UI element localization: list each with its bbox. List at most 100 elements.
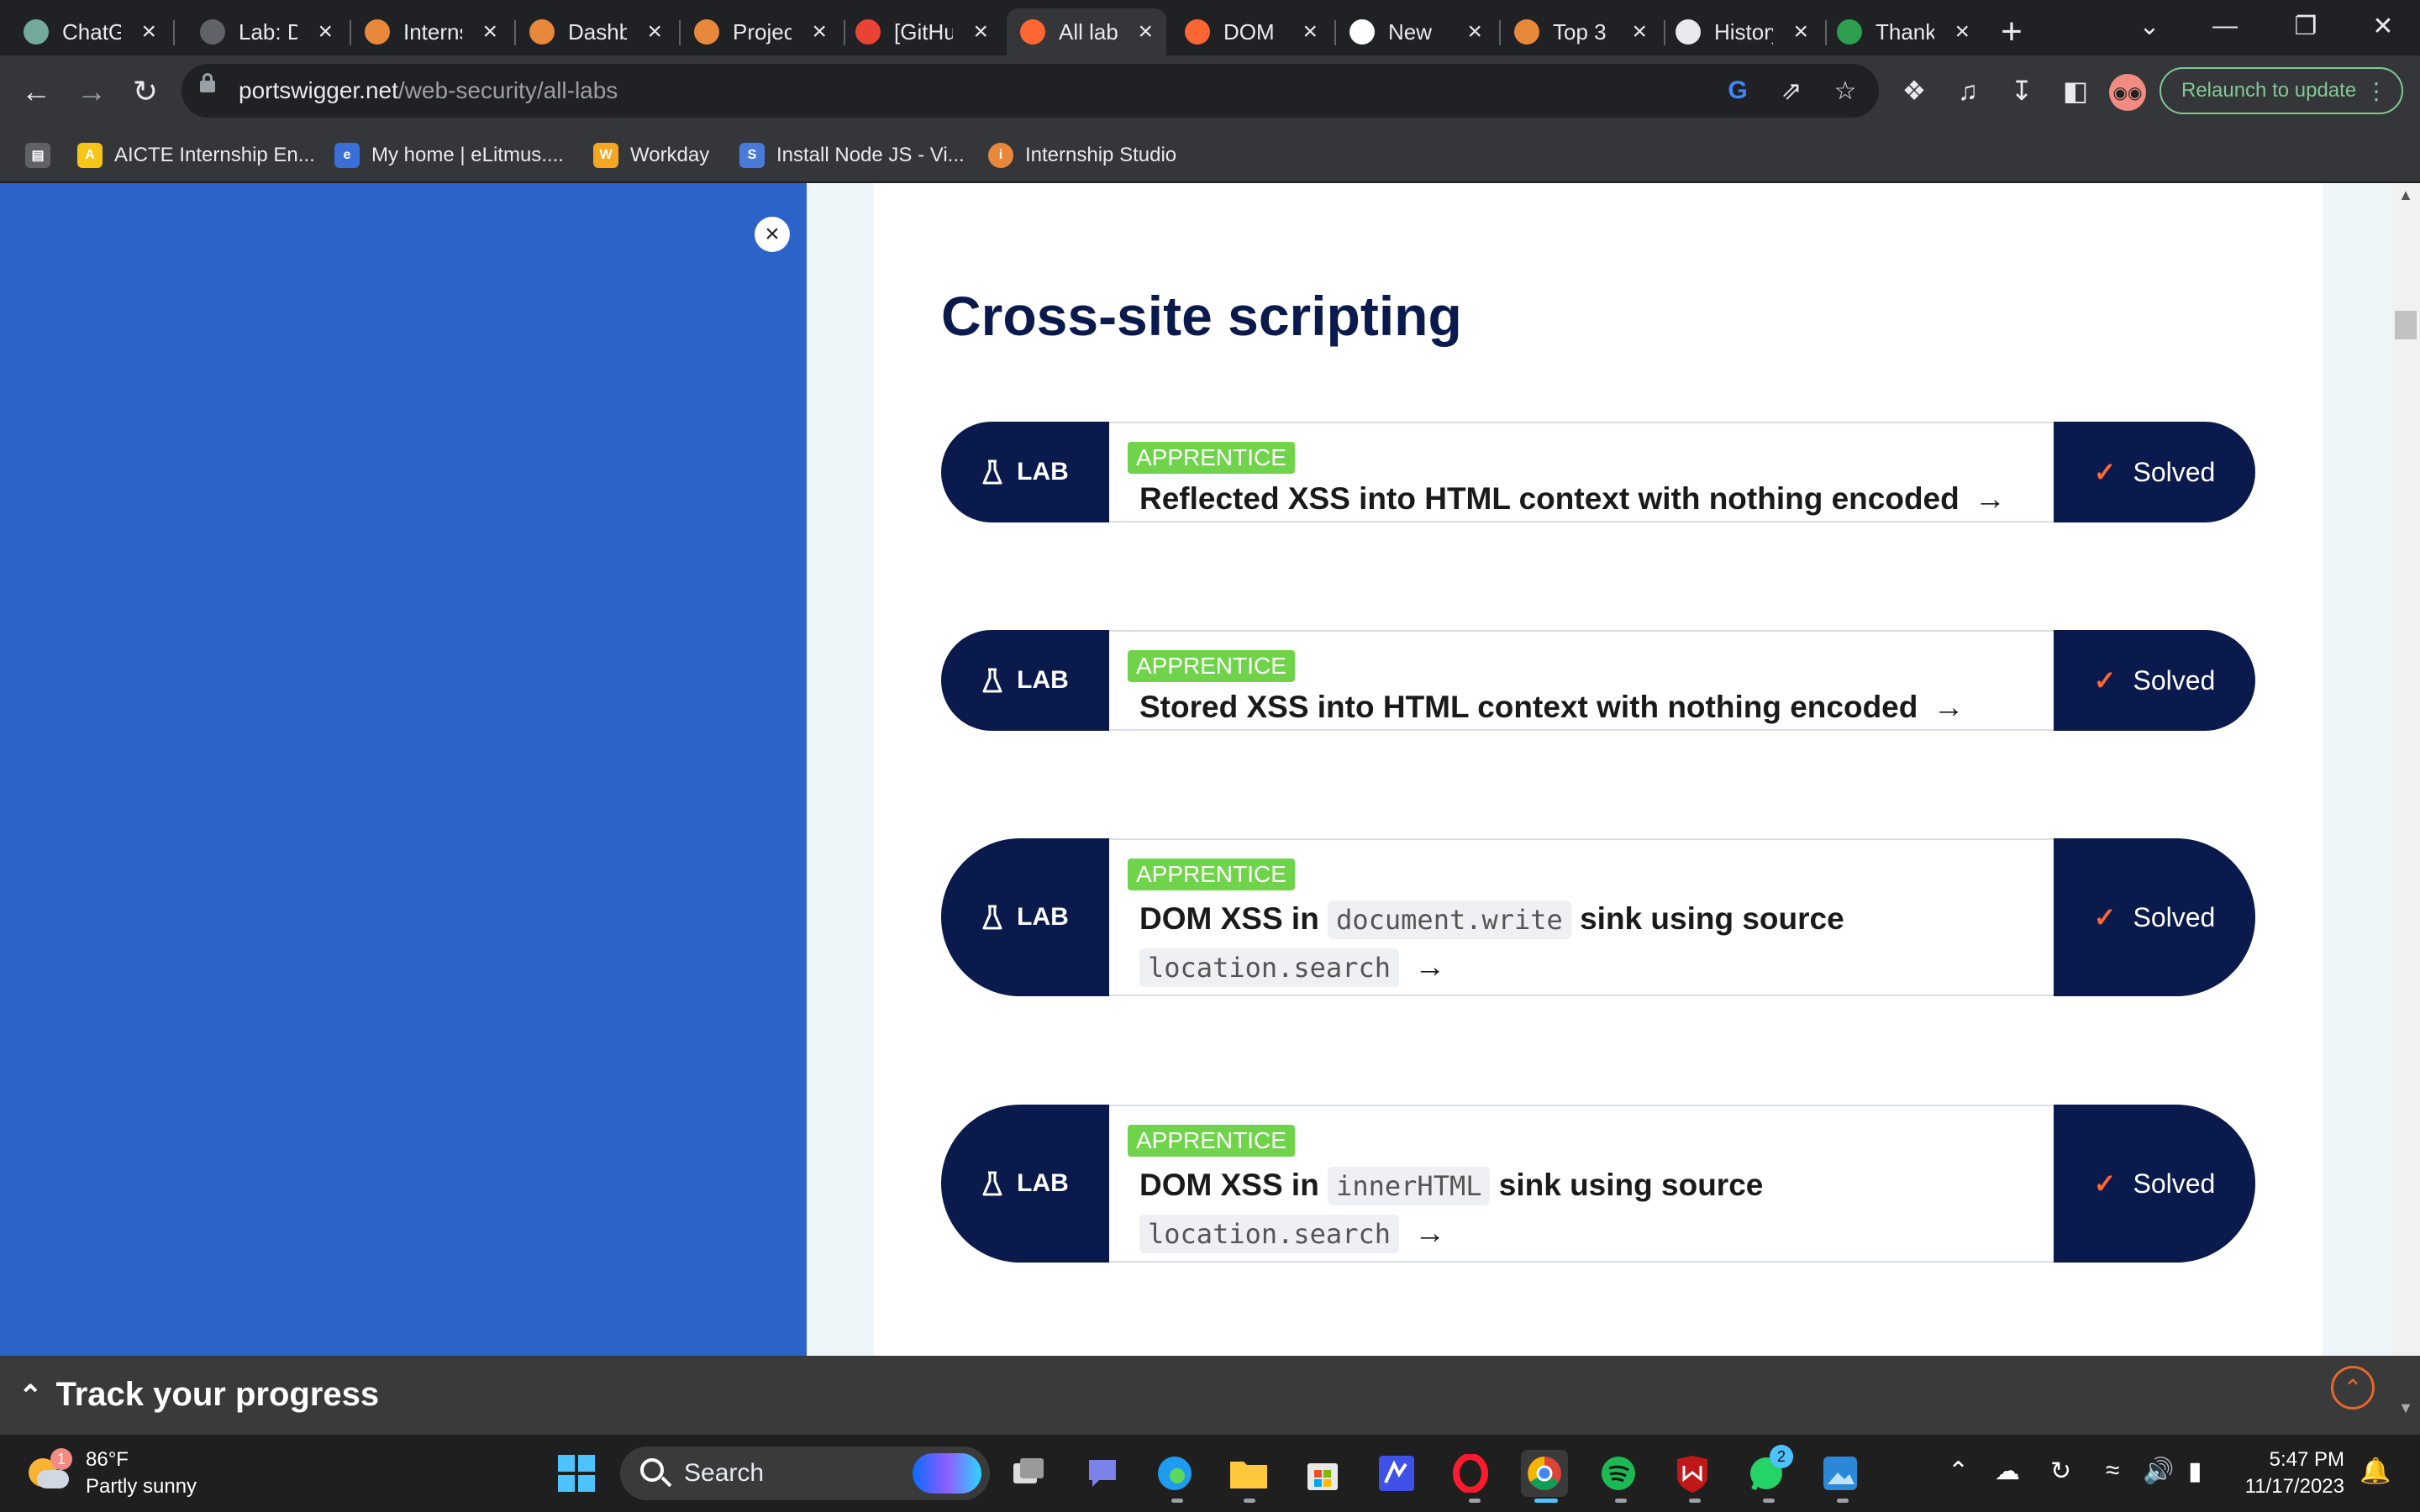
chrome-icon[interactable] xyxy=(1521,1450,1568,1497)
restore-button[interactable]: ❐ xyxy=(2281,5,2331,47)
close-tab-icon[interactable]: × xyxy=(1138,18,1153,46)
internshala-icon xyxy=(365,19,390,45)
volume-icon[interactable]: 🔊 xyxy=(2143,1457,2174,1486)
close-tab-icon[interactable]: × xyxy=(1302,18,1318,46)
browser-tab[interactable]: History × xyxy=(1662,8,1822,55)
microsoft-store-icon[interactable] xyxy=(1299,1450,1346,1497)
close-tab-icon[interactable]: × xyxy=(482,18,497,46)
bookmark-install-node[interactable]: S Install Node JS - Vi... xyxy=(739,139,965,171)
media-control-icon[interactable]: ♫ xyxy=(1949,72,1986,109)
share-icon[interactable]: ⇗ xyxy=(1776,76,1807,106)
browser-tab[interactable]: [GitHub] × xyxy=(842,8,1002,55)
spotify-icon[interactable] xyxy=(1595,1450,1642,1497)
bookmark-workday[interactable]: W Workday xyxy=(593,139,709,171)
teams-chat-icon[interactable] xyxy=(1079,1450,1126,1497)
lab-card[interactable]: LAB APPRENTICE Stored XSS into HTML contex… xyxy=(941,630,2255,731)
page-scrollbar[interactable]: ▲ xyxy=(2391,183,2420,1356)
lab-body[interactable]: APPRENTICE DOM XSS in innerHTML sink usin… xyxy=(1109,1105,2054,1263)
lab-title-link[interactable]: DOM XSS in innerHTML sink using source l… xyxy=(1139,1162,2030,1257)
windows-start-icon[interactable] xyxy=(553,1450,600,1497)
close-sidebar-button[interactable]: × xyxy=(755,217,790,252)
tab-search-chevron-icon[interactable]: ⌄ xyxy=(2124,5,2175,47)
lab-card[interactable]: LAB APPRENTICE DOM XSS in innerHTML sink u… xyxy=(941,1105,2255,1263)
minimize-button[interactable]: — xyxy=(2200,5,2250,47)
sync-icon[interactable]: ↻ xyxy=(2050,1457,2071,1486)
tab-title: Projects xyxy=(733,18,792,45)
lab-title-text: DOM XSS in xyxy=(1139,1168,1319,1202)
scroll-to-top-button[interactable]: ⌃ xyxy=(2331,1366,2375,1410)
bookmark-internship-studio[interactable]: i Internship Studio xyxy=(988,139,1176,171)
close-window-button[interactable]: ✕ xyxy=(2358,5,2408,47)
forward-button[interactable]: → xyxy=(71,71,113,113)
edge-icon[interactable] xyxy=(1151,1450,1198,1497)
scroll-down-arrow-icon[interactable]: ▼ xyxy=(2391,1399,2420,1425)
close-tab-icon[interactable]: × xyxy=(812,18,827,46)
close-tab-icon[interactable]: × xyxy=(973,18,988,46)
close-tab-icon[interactable]: × xyxy=(1467,18,1482,46)
browser-tab[interactable]: Dashboard × xyxy=(516,8,676,55)
wifi-icon[interactable]: ≈ xyxy=(2106,1457,2119,1485)
new-tab-button[interactable]: + xyxy=(1990,10,2033,54)
browser-tab[interactable]: ChatGPT × xyxy=(10,8,170,55)
lab-title-link[interactable]: Stored XSS into HTML context with nothin… xyxy=(1139,684,2030,731)
reading-list-icon[interactable]: ▤ xyxy=(25,139,62,171)
lab-card[interactable]: LAB APPRENTICE DOM XSS in document.write s… xyxy=(941,838,2255,996)
lab-body[interactable]: APPRENTICE Reflected XSS into HTML contex… xyxy=(1109,422,2054,522)
lock-icon[interactable] xyxy=(200,73,215,92)
mcafee-icon[interactable] xyxy=(1669,1450,1716,1497)
download-icon[interactable]: ↧ xyxy=(2003,72,2040,109)
close-tab-icon[interactable]: × xyxy=(141,18,156,46)
close-tab-icon[interactable]: × xyxy=(647,18,662,46)
task-view-icon[interactable] xyxy=(1005,1450,1052,1497)
whatsapp-icon[interactable]: 2 xyxy=(1743,1445,1793,1497)
track-progress-bar[interactable]: ⌃ Track your progress ⌃ ▼ xyxy=(0,1356,2420,1435)
url-text[interactable]: portswigger.net/web-security/all-labs xyxy=(239,77,618,104)
google-lens-icon[interactable]: G xyxy=(1723,76,1753,106)
relaunch-button[interactable]: Relaunch to update ⋮ xyxy=(2160,67,2403,114)
browser-tab[interactable]: Thanks × xyxy=(1823,8,1983,55)
lab-label: LAB xyxy=(941,630,1109,731)
internshala-icon xyxy=(529,19,555,45)
browser-tab[interactable]: All labs × xyxy=(1007,8,1166,55)
browser-tab[interactable]: Lab: DOM × xyxy=(187,8,346,55)
bookmark-elitmus[interactable]: e My home | eLitmus.... xyxy=(334,139,564,171)
bookmark-aicte[interactable]: A AICTE Internship En... xyxy=(77,139,315,171)
lab-title-link[interactable]: DOM XSS in document.write sink using sou… xyxy=(1139,895,2030,991)
browser-tab[interactable]: Top 3 × xyxy=(1501,8,1660,55)
browser-tab[interactable]: New × xyxy=(1336,8,1496,55)
weather-widget[interactable]: 1 86°F Partly sunny xyxy=(25,1446,197,1500)
scrollbar-thumb[interactable] xyxy=(2395,311,2417,339)
battery-icon[interactable]: ▮ xyxy=(2188,1457,2202,1486)
close-tab-icon[interactable]: × xyxy=(1632,18,1647,46)
lab-title-link[interactable]: Reflected XSS into HTML context with not… xyxy=(1139,475,2030,522)
close-tab-icon[interactable]: × xyxy=(318,18,333,46)
extensions-icon[interactable]: ❖ xyxy=(1896,72,1933,109)
scroll-up-arrow-icon[interactable]: ▲ xyxy=(2391,186,2420,212)
side-panel-icon[interactable]: ◧ xyxy=(2057,72,2094,109)
browser-tab[interactable]: DOM × xyxy=(1171,8,1331,55)
reload-button[interactable]: ↻ xyxy=(124,71,166,113)
show-hidden-icons-chevron-icon[interactable]: ⌃ xyxy=(1948,1457,1969,1486)
address-bar[interactable]: portswigger.net/web-security/all-labs G … xyxy=(182,64,1879,118)
close-tab-icon[interactable]: × xyxy=(1793,18,1808,46)
onedrive-cloud-icon[interactable]: ☁ xyxy=(1995,1457,2020,1486)
browser-tab[interactable]: Projects × xyxy=(681,8,840,55)
lab-body[interactable]: APPRENTICE Stored XSS into HTML context w… xyxy=(1109,630,2054,731)
taskbar-search[interactable]: Search xyxy=(620,1446,990,1500)
lab-card[interactable]: LAB APPRENTICE Reflected XSS into HTML con… xyxy=(941,422,2255,522)
notification-bell-icon[interactable]: 🔔 xyxy=(2360,1457,2391,1486)
bookmark-star-icon[interactable]: ☆ xyxy=(1830,76,1860,106)
file-explorer-icon[interactable] xyxy=(1225,1450,1272,1497)
lab-body[interactable]: APPRENTICE DOM XSS in document.write sink… xyxy=(1109,838,2054,996)
profile-avatar[interactable]: ◉◉ xyxy=(2109,74,2146,111)
photos-icon[interactable] xyxy=(1817,1450,1864,1497)
back-button[interactable]: ← xyxy=(15,71,57,113)
browser-tab[interactable]: Internshala × xyxy=(351,8,511,55)
system-clock[interactable]: 5:47 PM 11/17/2023 xyxy=(2235,1446,2344,1500)
menu-dots-icon[interactable]: ⋮ xyxy=(2365,77,2388,105)
track-progress-toggle[interactable]: ⌃ Track your progress xyxy=(18,1376,379,1414)
app-m-icon[interactable] xyxy=(1373,1450,1420,1497)
close-tab-icon[interactable]: × xyxy=(1954,18,1970,46)
opera-icon[interactable] xyxy=(1447,1450,1494,1497)
lab-title-text: Stored XSS into HTML context with nothin… xyxy=(1139,690,1918,724)
